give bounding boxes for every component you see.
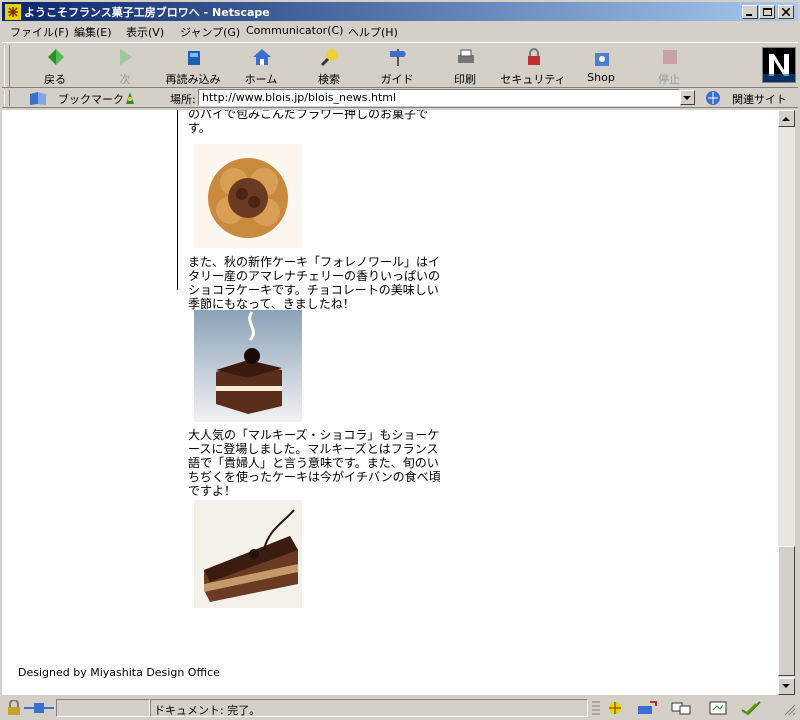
menu-go[interactable]: ジャンプ(G)	[180, 24, 240, 40]
shop-bag-icon	[595, 53, 609, 66]
page-proxy-icon[interactable]	[122, 90, 138, 106]
close-icon	[782, 8, 790, 16]
window-title: ようこそフランス菓子工房ブロワへ - Netscape	[24, 6, 270, 19]
progress-bar	[56, 699, 150, 717]
chocolate-cake-photo	[194, 500, 302, 608]
security-label: セキュリティ	[500, 73, 566, 86]
related-sites-icon	[706, 91, 720, 105]
component-bar-grip-icon[interactable]	[590, 700, 602, 716]
maximize-icon	[763, 8, 772, 16]
search-button[interactable]: 検索	[294, 45, 364, 87]
browser-window: ようこそフランス菓子工房ブロワへ - Netscape ファイル(F) 編集(E…	[0, 0, 800, 720]
security-lock-icon[interactable]	[6, 700, 22, 716]
netscape-n-icon	[763, 54, 795, 82]
security-button[interactable]: セキュリティ	[498, 45, 568, 87]
connection-status-icon	[24, 703, 54, 713]
foret-noire-paragraph: また、秋の新作ケーキ「フォレノワール」はイタリー産のアマレナチェリーの香りいっぱ…	[188, 255, 441, 311]
related-sites-label: 関連サイト	[732, 93, 787, 106]
composer-icon[interactable]	[708, 700, 728, 716]
scroll-down-button[interactable]	[778, 678, 795, 695]
printer-icon	[458, 49, 474, 63]
search-label: 検索	[318, 73, 340, 86]
vertical-scrollbar[interactable]	[778, 110, 795, 695]
title-bar[interactable]: ようこそフランス菓子工房ブロワへ - Netscape	[2, 2, 798, 21]
check-mark-icon[interactable]	[740, 700, 762, 716]
bookmarks-label[interactable]: ブックマーク	[58, 91, 124, 107]
location-label: 場所:	[170, 93, 196, 106]
menu-communicator[interactable]: Communicator(C)	[246, 24, 343, 37]
navigation-toolbar: 戻る 次 再読み込み ホーム 検索 ガイド 印刷 セキュリティ Shop 停止	[2, 42, 798, 88]
flower-pie-photo	[194, 144, 302, 248]
back-arrow-icon	[48, 49, 64, 65]
arrow-down-icon	[782, 684, 790, 688]
forward-label: 次	[119, 73, 131, 86]
back-button[interactable]: 戻る	[20, 45, 90, 87]
guide-button[interactable]: ガイド	[362, 45, 432, 87]
netscape-logo[interactable]	[762, 47, 796, 83]
search-icon	[320, 49, 338, 67]
navigator-icon[interactable]	[606, 700, 624, 716]
scroll-up-button[interactable]	[778, 110, 795, 127]
stop-button[interactable]: 停止	[634, 45, 704, 87]
related-sites-button[interactable]: 関連サイト	[702, 89, 796, 107]
menu-help[interactable]: ヘルプ(H)	[348, 24, 398, 40]
menu-edit[interactable]: 編集(E)	[74, 24, 112, 40]
home-button[interactable]: ホーム	[226, 45, 296, 87]
netscape-app-icon	[5, 4, 21, 20]
designer-credit: Designed by Miyashita Design Office	[18, 666, 220, 679]
minimize-icon	[746, 14, 752, 16]
bookmarks-icon[interactable]	[28, 90, 50, 106]
marquise-paragraph: 大人気の「マルキーズ・ショコラ」もショーケースに登場しました。マルキーズとはフラ…	[188, 428, 441, 498]
menu-view[interactable]: 表示(V)	[126, 24, 164, 40]
intro-paragraph: のパイで包みこんだフラワー押しのお菓子です。	[188, 110, 429, 135]
foret-noire-photo	[194, 310, 302, 422]
close-button[interactable]	[778, 5, 794, 19]
reload-button[interactable]: 再読み込み	[158, 45, 228, 87]
minimize-button[interactable]	[742, 5, 758, 19]
reload-icon	[188, 51, 200, 65]
resize-grip-icon[interactable]	[784, 704, 796, 716]
maximize-button[interactable]	[759, 5, 775, 19]
chevron-down-icon	[683, 96, 691, 100]
status-bar: ドキュメント: 完了。	[2, 697, 798, 718]
status-text: ドキュメント: 完了。	[154, 704, 261, 717]
url-dropdown-button[interactable]	[680, 90, 695, 105]
back-label: 戻る	[44, 73, 66, 86]
location-toolbar: ブックマーク 場所: 関連サイト	[2, 88, 798, 108]
toolbar-grip[interactable]	[4, 45, 10, 87]
menu-bar: ファイル(F) 編集(E) 表示(V) ジャンプ(G) Communicator…	[2, 22, 798, 40]
guide-icon	[390, 49, 406, 66]
forward-button[interactable]: 次	[90, 45, 160, 87]
scroll-thumb[interactable]	[778, 546, 795, 676]
stop-icon	[663, 50, 677, 64]
home-label: ホーム	[244, 73, 278, 86]
home-icon	[253, 49, 271, 65]
discussion-groups-icon[interactable]	[670, 700, 694, 716]
menu-file[interactable]: ファイル(F)	[10, 24, 69, 40]
mailbox-icon[interactable]	[636, 700, 658, 716]
stop-label: 停止	[658, 73, 680, 86]
shop-label: Shop	[587, 71, 615, 84]
arrow-up-icon	[782, 117, 790, 121]
location-grip[interactable]	[4, 90, 10, 106]
print-button[interactable]: 印刷	[430, 45, 500, 87]
content-divider	[177, 110, 178, 290]
forward-arrow-icon	[120, 49, 132, 65]
shop-button[interactable]: Shop	[566, 45, 636, 87]
reload-label: 再読み込み	[165, 73, 221, 86]
print-label: 印刷	[454, 73, 476, 86]
lock-icon	[528, 48, 540, 65]
page-content: のパイで包みこんだフラワー押しのお菓子です。 また、秋の新作ケーキ「フォレノワー…	[2, 110, 778, 695]
guide-label: ガイド	[380, 73, 414, 86]
url-input[interactable]	[198, 89, 680, 106]
